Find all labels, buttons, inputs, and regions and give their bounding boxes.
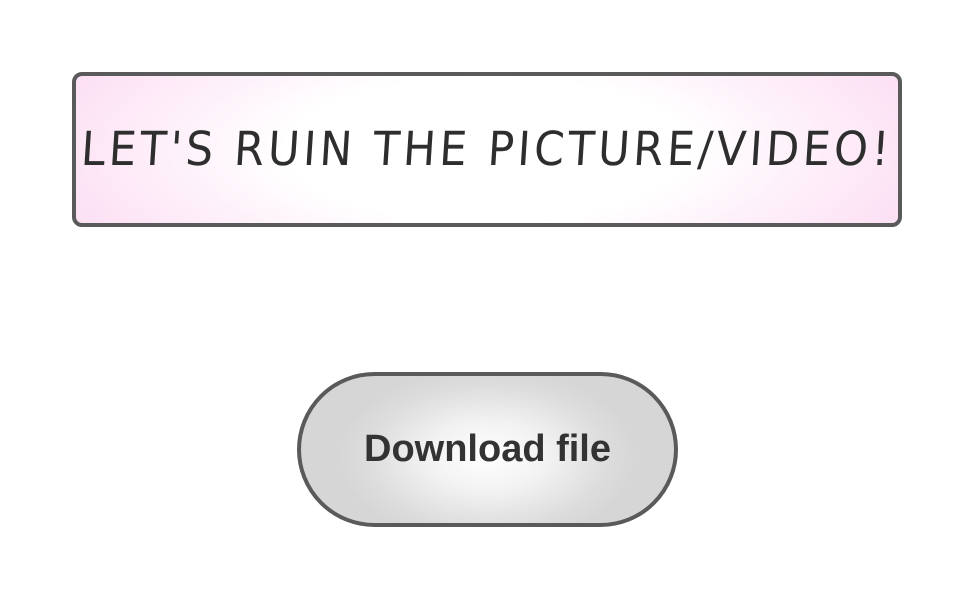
download-file-button[interactable]: Download file (297, 372, 678, 527)
page-title: LET'S RUIN THE PICTURE/VIDEO! (79, 122, 895, 177)
page: LET'S RUIN THE PICTURE/VIDEO! Download f… (0, 0, 975, 600)
download-button-label: Download file (364, 428, 611, 470)
title-banner: LET'S RUIN THE PICTURE/VIDEO! (72, 72, 902, 227)
